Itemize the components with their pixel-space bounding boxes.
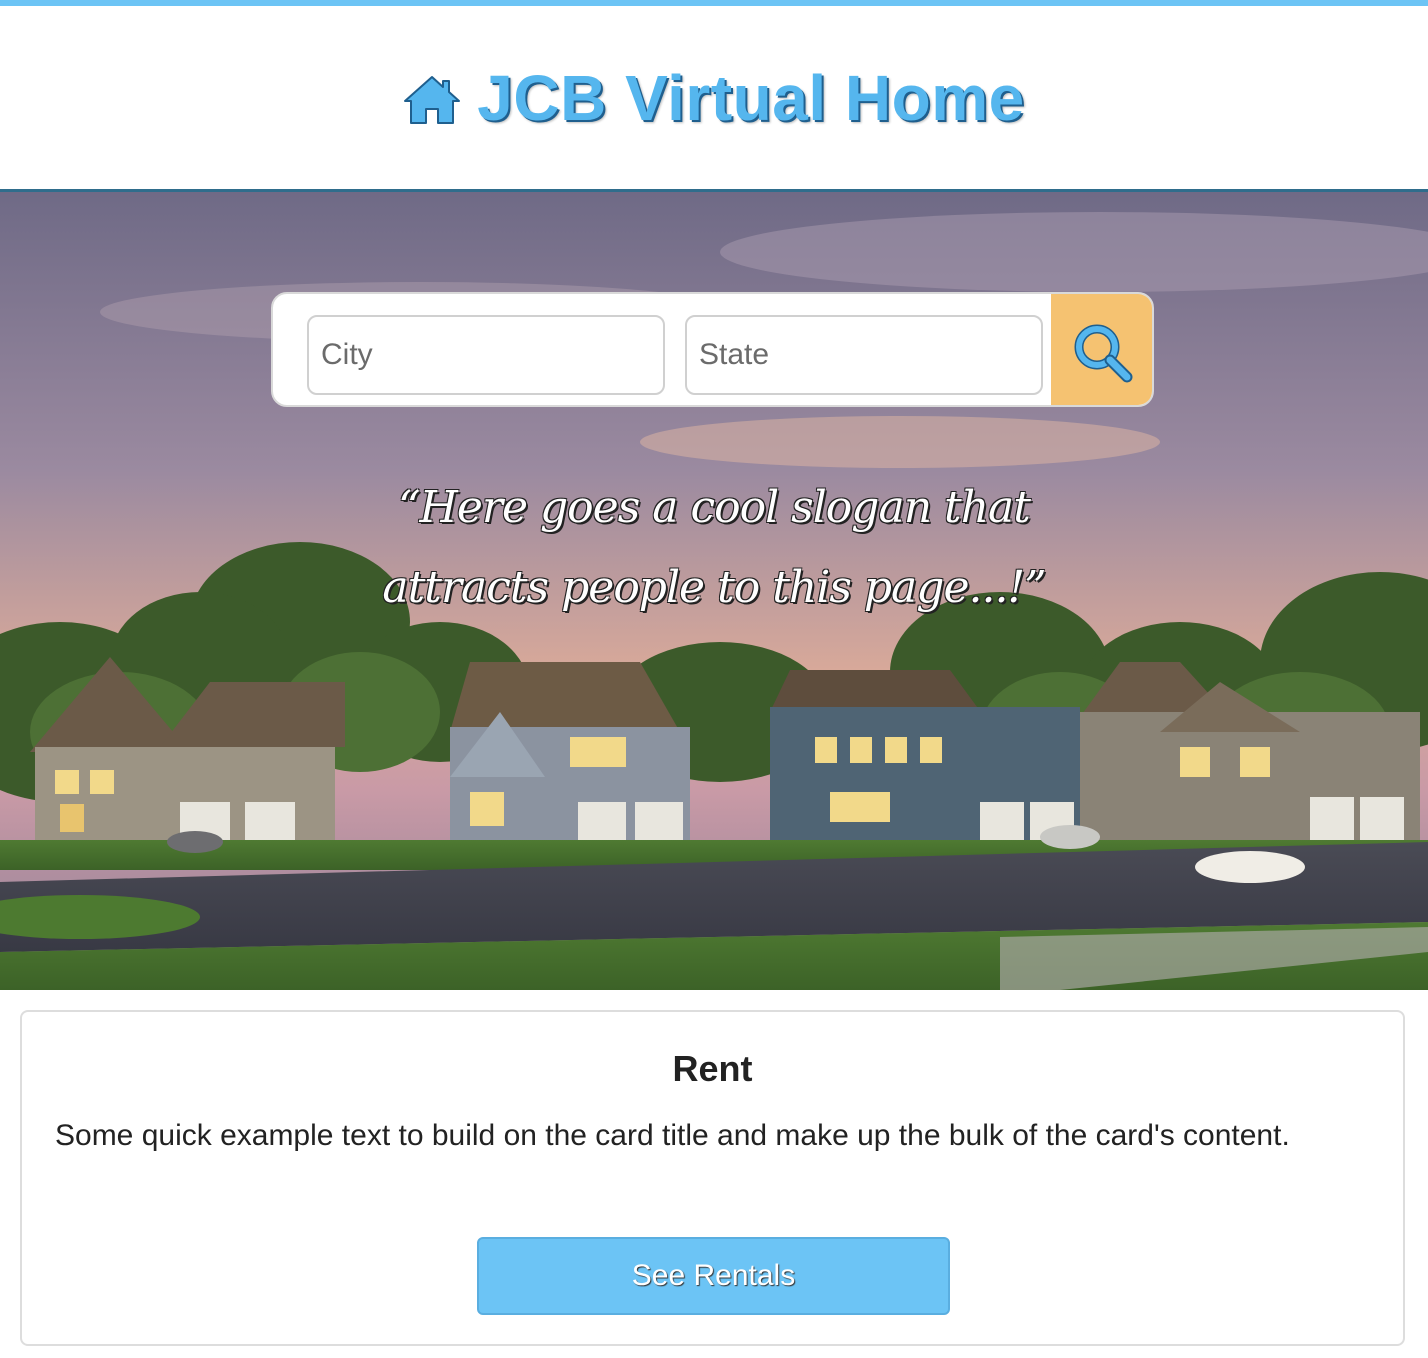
city-input[interactable] [307, 315, 665, 395]
search-button[interactable] [1051, 294, 1152, 405]
hero-slogan: “Here goes a cool slogan that attracts p… [300, 468, 1128, 628]
hero-banner: “Here goes a cool slogan that attracts p… [0, 192, 1428, 990]
brand[interactable]: JCB Virtual Home [403, 61, 1024, 135]
home-icon [404, 76, 461, 124]
site-header: JCB Virtual Home [0, 6, 1428, 190]
slogan-line-1: “Here goes a cool slogan that [398, 482, 1031, 533]
state-input[interactable] [685, 315, 1043, 395]
see-rentals-button[interactable]: See Rentals [477, 1237, 950, 1315]
site-title: JCB Virtual Home [477, 62, 1025, 134]
rent-card: Rent Some quick example text to build on… [20, 1010, 1405, 1346]
search-form [271, 292, 1154, 407]
card-text: Some quick example text to build on the … [55, 1119, 1290, 1152]
card-title: Rent [672, 1048, 753, 1089]
search-icon [1074, 324, 1132, 382]
slogan-line-2: attracts people to this page...!” [382, 562, 1046, 613]
